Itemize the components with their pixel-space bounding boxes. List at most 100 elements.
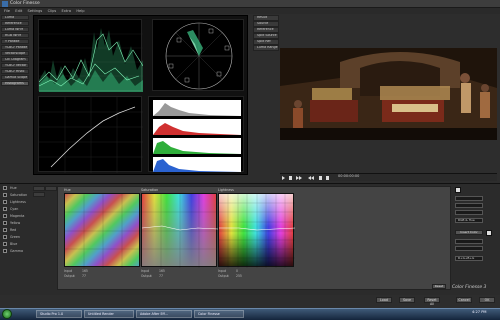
scope-tab-ycbcr-histo[interactable]: YCbCr Histo [1, 69, 29, 74]
checkbox-gamma[interactable] [3, 249, 7, 253]
lightness-input-label: Input [218, 269, 227, 273]
stop-icon [289, 176, 292, 180]
eyedropper-icon-2[interactable] [486, 230, 492, 236]
taskbar-item-2[interactable]: Untitled Render [84, 310, 134, 318]
scope-tab-ycbcr-vector[interactable]: YCbCr Vector [1, 63, 29, 68]
spinner-3[interactable] [455, 210, 483, 215]
viewer-tab-split-source[interactable]: Split Source [253, 33, 279, 39]
hue-output-label: Output [64, 274, 75, 278]
hue-output-value: 77 [82, 274, 86, 278]
saturation-grid[interactable] [141, 193, 219, 268]
saturation-grid-lines [141, 194, 219, 268]
viewer-tab-reference[interactable]: Reference [253, 27, 279, 33]
mode-button-rgb[interactable] [33, 192, 45, 197]
label-hue: Hue [10, 186, 17, 190]
vectorscope-graphic [165, 22, 233, 90]
checkbox-yellow[interactable] [3, 221, 7, 225]
vectorscope [152, 19, 244, 91]
checkbox-hue[interactable] [3, 186, 7, 190]
image-viewer[interactable] [280, 48, 497, 140]
timecode: 00:00:00:00 [338, 174, 360, 178]
viewer-tab-split-ref[interactable]: Split Ref [253, 39, 279, 45]
checkbox-red[interactable] [3, 228, 7, 232]
checkbox-magenta[interactable] [3, 214, 7, 218]
scope-tab-histograms[interactable]: Histograms [1, 81, 29, 86]
hue-input-value: 165 [82, 269, 88, 273]
menu-clips[interactable]: Clips [48, 8, 57, 14]
title-bar: Color Finesse [0, 0, 500, 8]
fast-forward-icon [296, 176, 302, 180]
load-button[interactable]: Load [376, 297, 392, 303]
waveform-scope [38, 19, 144, 92]
scope-tab-gamut[interactable]: Gamut Scope [1, 75, 29, 80]
hue-grid-lines [65, 194, 141, 268]
spinner-4[interactable] [455, 239, 483, 244]
lightness-output-value: 255 [236, 274, 242, 278]
spinner-5[interactable] [455, 246, 483, 251]
taskbar-item-1[interactable]: Studio Pro 1.0 [36, 310, 82, 318]
checkbox-cyan[interactable] [3, 207, 7, 211]
histogram-graphic [153, 100, 241, 172]
scope-tab-rgb-wfm[interactable]: RGB WFM [1, 33, 29, 38]
taskbar-item-4[interactable]: Color Finesse [194, 310, 244, 318]
label-yellow: Yellow [10, 221, 21, 225]
menu-extra[interactable]: Extra [62, 8, 72, 14]
insert-color-button[interactable]: Insert Color [455, 230, 483, 235]
scope-tab-reference[interactable]: Reference [1, 21, 29, 26]
eyedropper-icon[interactable] [455, 187, 461, 193]
spinner-2[interactable] [455, 203, 483, 208]
cancel-button[interactable]: Cancel [456, 297, 472, 303]
histogram-scope [148, 96, 244, 172]
lightness-grid[interactable] [218, 193, 296, 268]
spinner-1[interactable] [455, 196, 483, 201]
label-red: Red [10, 228, 17, 232]
saturation-output-label: Output [141, 274, 152, 278]
saturation-output-value: 77 [159, 274, 163, 278]
saturation-input-label: Input [141, 269, 150, 273]
checkbox-green[interactable] [3, 235, 7, 239]
channel-mix-select[interactable]: R+G+B+G [455, 256, 483, 261]
mode-button-hsl[interactable] [33, 186, 45, 191]
color-space-select[interactable]: RGB & Hue [455, 218, 483, 223]
curve-graphic [39, 97, 143, 173]
checkbox-saturation[interactable] [3, 193, 7, 197]
scope-tab-luma[interactable]: Luma [1, 15, 29, 20]
menu-edit[interactable]: Edit [15, 8, 22, 14]
lightness-output-label: Output [218, 274, 229, 278]
viewer-tab-luma-range[interactable]: Luma Range [253, 45, 279, 51]
scope-tab-vectorscope[interactable]: Vectorscope [1, 51, 29, 56]
hue-input-label: Input [64, 269, 73, 273]
grid-title-hue: Hue [64, 188, 71, 192]
menu-help[interactable]: Help [76, 8, 84, 14]
checkbox-blue[interactable] [3, 242, 7, 246]
grid-title-lightness: Lightness [218, 188, 234, 192]
scope-tab-ycbcr-parade[interactable]: YCbCr Parade [1, 45, 29, 50]
ok-button[interactable]: OK [479, 297, 495, 303]
rewind-icon [308, 176, 314, 180]
reset-button[interactable]: Reset [432, 284, 446, 289]
taskbar-item-3[interactable]: Adobe After Eff... [136, 310, 192, 318]
window-title: Color Finesse [10, 1, 40, 6]
checkbox-lightness[interactable] [3, 200, 7, 204]
play-icon [282, 176, 285, 180]
scope-tab-cie-diagram[interactable]: CIE Diagram [1, 57, 29, 62]
save-button[interactable]: Save [399, 297, 415, 303]
reset-all-button[interactable]: Reset All [424, 297, 440, 306]
saturation-input-value: 165 [159, 269, 165, 273]
viewer-tab-result[interactable]: Result [253, 15, 279, 21]
frame-icon [319, 176, 322, 180]
mode-button-cmy[interactable] [45, 186, 57, 191]
label-cyan: Cyan [10, 207, 19, 211]
start-button-icon[interactable] [2, 309, 12, 319]
scope-tab-y-parade[interactable]: Y Parade [1, 39, 29, 44]
transport-bar [280, 173, 497, 181]
menu-settings[interactable]: Settings [28, 8, 43, 14]
menu-file[interactable]: File [4, 8, 10, 14]
scope-tab-luma-wfm[interactable]: Luma WFM [1, 27, 29, 32]
label-saturation: Saturation [10, 193, 28, 197]
viewer-tab-source[interactable]: Source [253, 21, 279, 27]
curve-scope [38, 96, 143, 173]
taskbar-clock: 4:27 PM [472, 310, 487, 314]
hue-grid[interactable] [64, 193, 141, 268]
grid-title-saturation: Saturation [141, 188, 159, 192]
